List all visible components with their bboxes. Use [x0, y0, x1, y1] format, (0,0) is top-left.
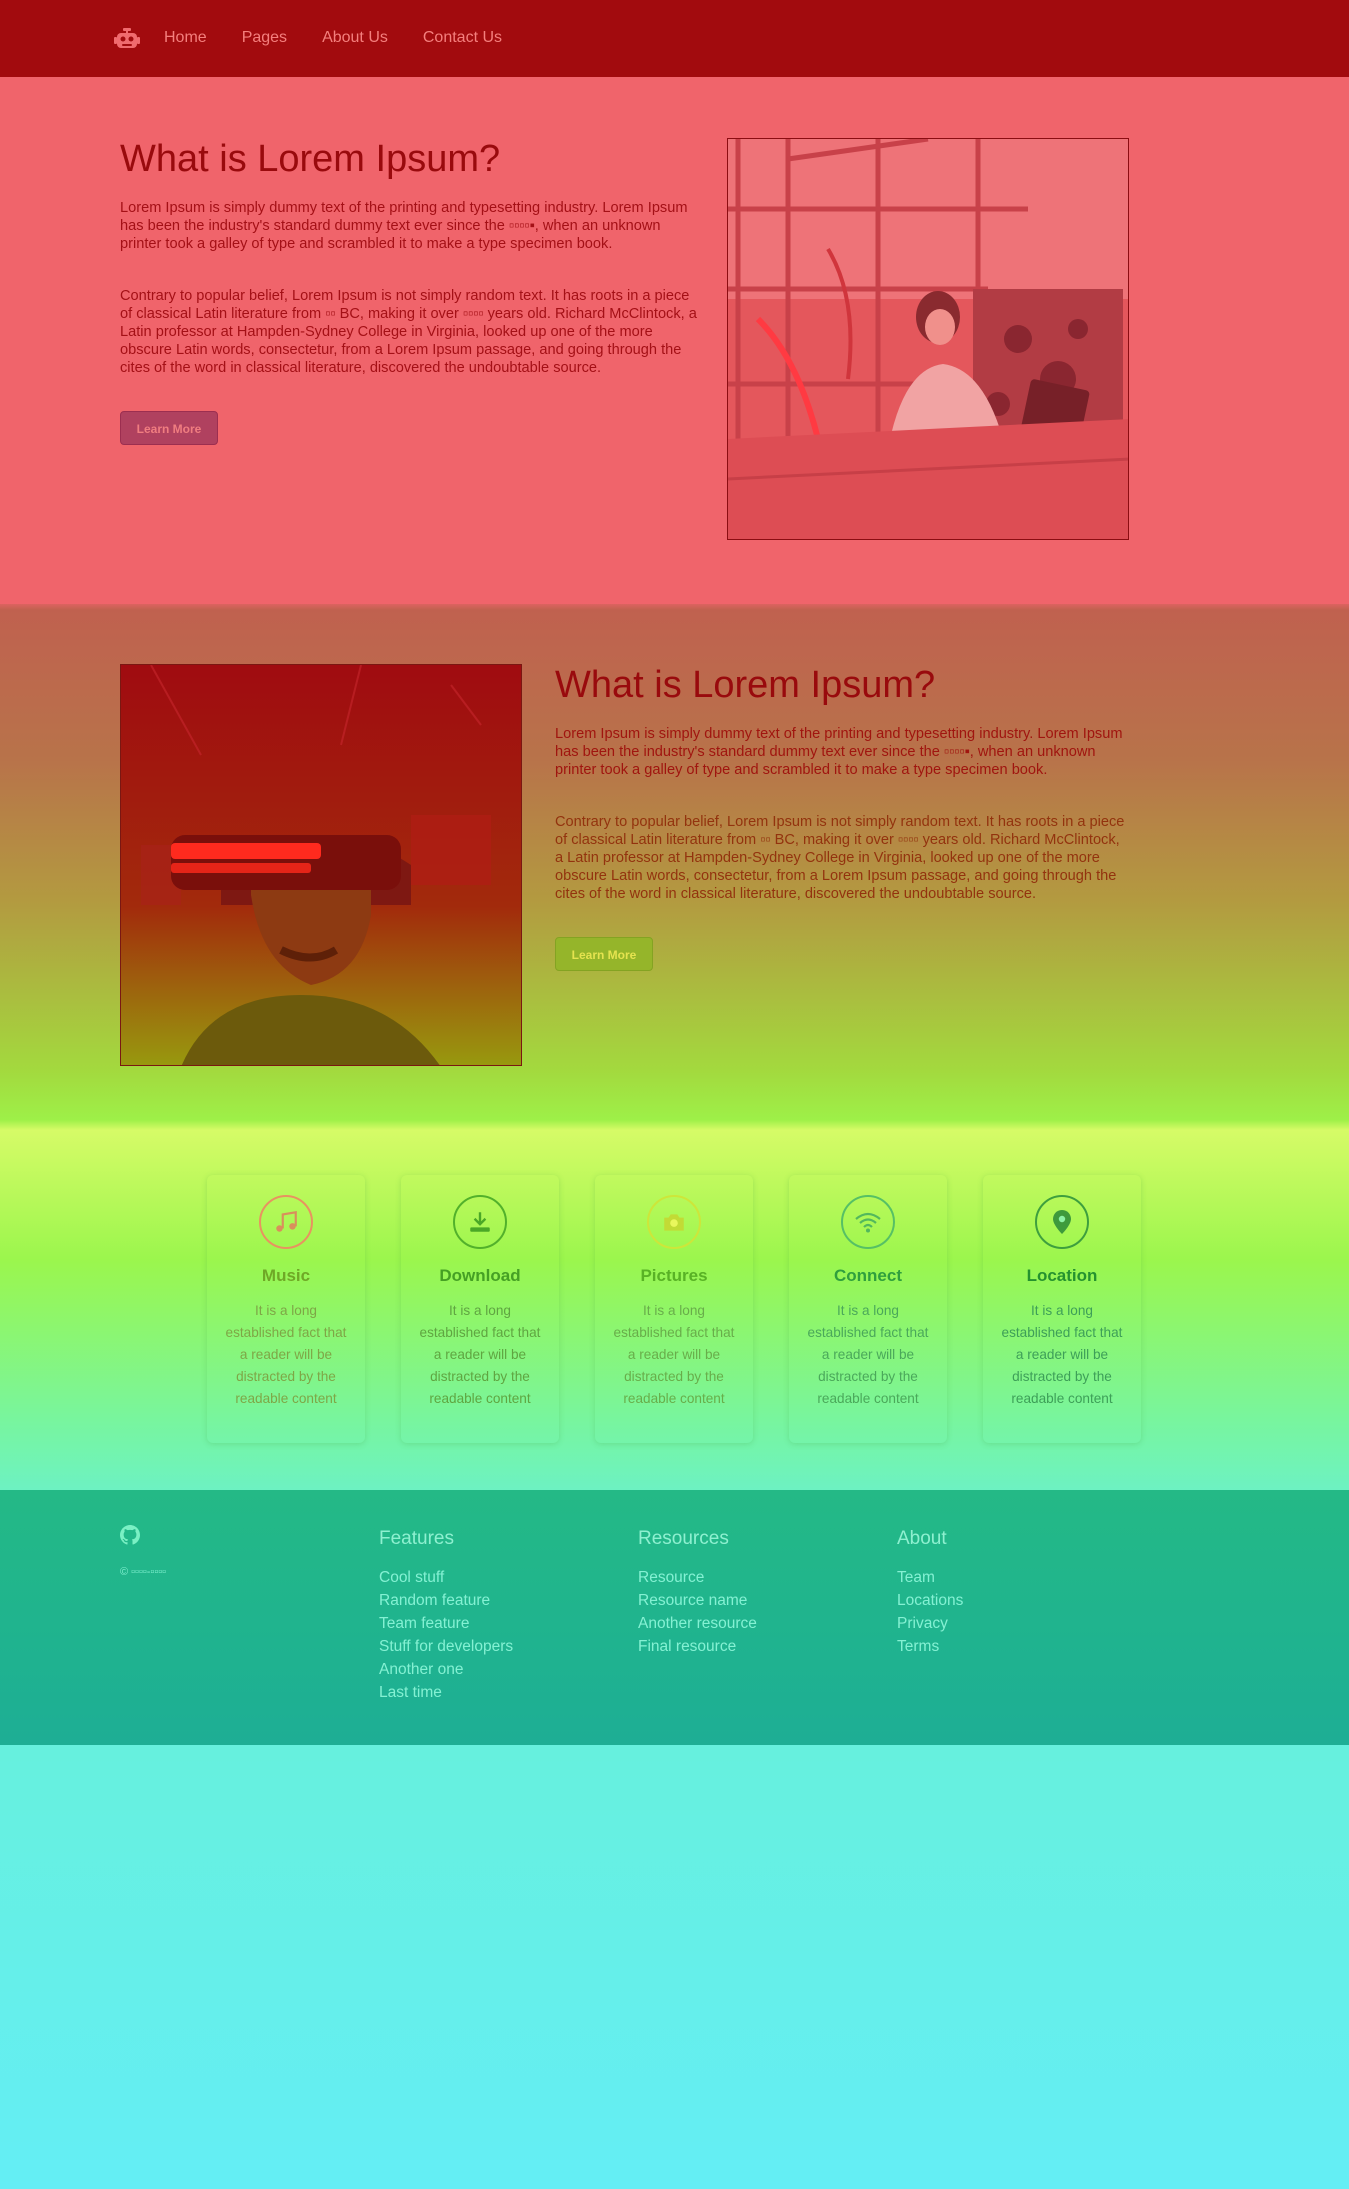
feature-card-download[interactable]: Download It is a long established fact t… [401, 1175, 559, 1443]
feature-title: Pictures [640, 1266, 708, 1285]
map-pin-icon [1035, 1195, 1089, 1249]
feature-description: It is a long established fact that a rea… [225, 1303, 347, 1406]
section1-paragraph-2: Contrary to popular belief, Lorem Ipsum … [120, 288, 697, 376]
section1-learn-more-button[interactable]: Learn More [120, 411, 218, 445]
feature-description: It is a long established fact that a rea… [1001, 1303, 1123, 1406]
section2-paragraph-2: Contrary to popular belief, Lorem Ipsum … [555, 814, 1125, 902]
feature-title: Location [1026, 1266, 1098, 1285]
top-navbar: Home Pages About Us Contact Us [0, 0, 1349, 77]
footer-link[interactable]: Team feature [379, 1612, 513, 1635]
footer-link[interactable]: Stuff for developers [379, 1635, 513, 1658]
lab-engineer-photo [727, 138, 1129, 540]
footer-link[interactable]: Resource [638, 1566, 757, 1589]
feature-description: It is a long established fact that a rea… [807, 1303, 929, 1406]
section1-paragraph-1: Lorem Ipsum is simply dummy text of the … [120, 200, 688, 252]
footer-link[interactable]: Another one [379, 1658, 513, 1681]
footer-link[interactable]: Terms [897, 1635, 963, 1658]
footer-column-title: Features [379, 1528, 454, 1549]
copyright-text: © ▫▫▫▫-▫▫▫▫ [120, 1566, 167, 1578]
nav-about-link[interactable]: About Us [322, 28, 388, 48]
main-menu: Home Pages About Us Contact Us [164, 28, 537, 48]
section2-paragraph-1: Lorem Ipsum is simply dummy text of the … [555, 726, 1123, 778]
footer-link[interactable]: Resource name [638, 1589, 757, 1612]
nav-contact-link[interactable]: Contact Us [423, 28, 502, 48]
feature-card-connect[interactable]: Connect It is a long established fact th… [789, 1175, 947, 1443]
footer-column-about: About Team Locations Privacy Terms [897, 1528, 963, 1658]
footer-column-title: Resources [638, 1528, 729, 1549]
section2-title: What is Lorem Ipsum? [555, 664, 936, 706]
download-icon [453, 1195, 507, 1249]
footer-column-title: About [897, 1528, 947, 1549]
footer-link[interactable]: Team [897, 1566, 963, 1589]
footer-link[interactable]: Locations [897, 1589, 963, 1612]
footer-link[interactable]: Final resource [638, 1635, 757, 1658]
music-icon [259, 1195, 313, 1249]
feature-card-pictures[interactable]: Pictures It is a long established fact t… [595, 1175, 753, 1443]
wifi-icon [841, 1195, 895, 1249]
footer-column-resources: Resources Resource Resource name Another… [638, 1528, 757, 1658]
section1-title: What is Lorem Ipsum? [120, 138, 501, 180]
robot-icon[interactable] [114, 26, 140, 52]
footer-link[interactable]: Cool stuff [379, 1566, 513, 1589]
footer-link[interactable]: Another resource [638, 1612, 757, 1635]
github-icon[interactable] [120, 1525, 140, 1545]
nav-pages-link[interactable]: Pages [242, 28, 287, 48]
feature-card-music[interactable]: Music It is a long established fact that… [207, 1175, 365, 1443]
feature-title: Download [439, 1266, 521, 1285]
feature-description: It is a long established fact that a rea… [613, 1303, 735, 1406]
feature-card-location[interactable]: Location It is a long established fact t… [983, 1175, 1141, 1443]
site-footer: © ▫▫▫▫-▫▫▫▫ Features Cool stuff Random f… [0, 1490, 1349, 1745]
feature-title: Connect [834, 1266, 902, 1285]
feature-title: Music [261, 1266, 311, 1285]
footer-link[interactable]: Privacy [897, 1612, 963, 1635]
footer-link[interactable]: Last time [379, 1681, 513, 1704]
vr-headset-photo [120, 664, 522, 1066]
nav-home-link[interactable]: Home [164, 28, 207, 48]
footer-column-features: Features Cool stuff Random feature Team … [379, 1528, 513, 1704]
section2-learn-more-button[interactable]: Learn More [555, 937, 653, 971]
footer-link[interactable]: Random feature [379, 1589, 513, 1612]
feature-description: It is a long established fact that a rea… [419, 1303, 541, 1406]
camera-icon [647, 1195, 701, 1249]
